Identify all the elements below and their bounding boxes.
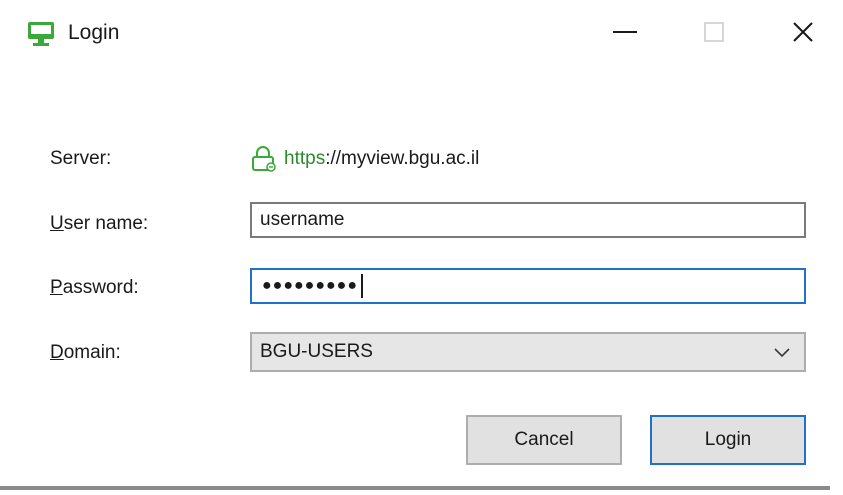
title-bar: Login: [0, 0, 843, 66]
domain-selected-value: BGU-USERS: [260, 341, 373, 362]
server-label-text: Server:: [50, 148, 112, 169]
password-input[interactable]: ●●●●●●●●●: [250, 268, 806, 304]
username-label-accel: U: [50, 213, 64, 234]
window-title: Login: [68, 21, 120, 44]
domain-select[interactable]: BGU-USERS: [250, 332, 806, 372]
minimize-icon: [613, 31, 637, 33]
url-host: ://myview.bgu.ac.il: [325, 148, 480, 169]
server-label: Server:: [50, 147, 111, 171]
password-mask: ●●●●●●●●●: [262, 274, 363, 298]
domain-label: Domain:: [50, 341, 121, 365]
maximize-icon: [704, 22, 724, 42]
url-scheme: https: [284, 148, 326, 169]
password-label: Password:: [50, 276, 139, 300]
login-button[interactable]: Login: [650, 415, 806, 465]
lock-icon: [252, 146, 276, 172]
server-url: https://myview.bgu.ac.il: [250, 146, 479, 172]
close-button[interactable]: [773, 8, 833, 56]
username-label: User name:: [50, 212, 148, 236]
monitor-icon: [28, 22, 54, 46]
minimize-button[interactable]: [595, 8, 655, 56]
maximize-button[interactable]: [684, 8, 744, 56]
chevron-down-icon: [774, 348, 790, 358]
password-label-rest: assword:: [62, 277, 139, 298]
domain-label-accel: D: [50, 342, 64, 363]
text-caret: [360, 274, 363, 298]
close-icon: [793, 22, 813, 42]
domain-label-rest: omain:: [63, 342, 121, 363]
username-label-rest: ser name:: [63, 213, 149, 234]
login-window: Login Server: https://myview.bgu.ac.il …: [0, 0, 843, 495]
bottom-divider: [0, 486, 830, 490]
cancel-button[interactable]: Cancel: [466, 415, 622, 465]
password-label-accel: P: [50, 277, 63, 298]
password-dots: ●●●●●●●●●: [262, 277, 358, 294]
username-input[interactable]: [250, 202, 806, 238]
